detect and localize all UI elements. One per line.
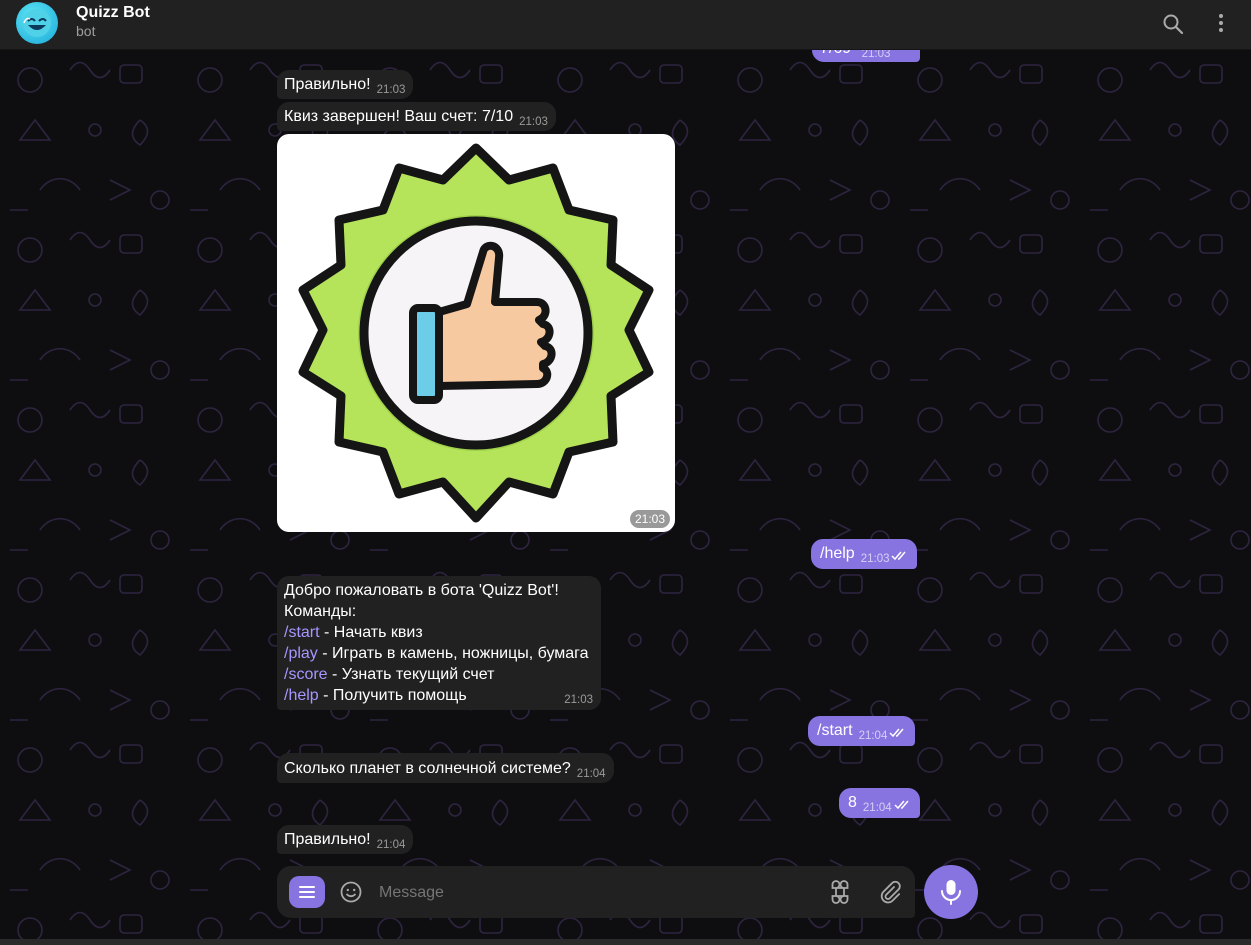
message-time: 21:03: [564, 694, 593, 706]
message-incoming[interactable]: Правильно! 21:04: [277, 825, 414, 854]
message-line: Добро пожаловать в бота 'Quizz Bot'!: [284, 582, 559, 599]
double-check-icon: [889, 728, 904, 737]
message-input[interactable]: [377, 866, 811, 920]
message-text: Сколько планет в солнечной системе?: [284, 760, 571, 777]
command-link[interactable]: /help: [284, 687, 319, 704]
command-description: - Получить помощь: [318, 687, 467, 704]
command-line: /score - Узнать текущий счет: [284, 664, 593, 685]
command-icon[interactable]: [827, 879, 853, 905]
command-description: - Начать квиз: [319, 624, 423, 641]
command-link[interactable]: /score: [284, 666, 328, 683]
message-incoming[interactable]: Правильно! 21:03: [277, 70, 414, 99]
microphone-icon: [941, 880, 961, 905]
message-composer: [277, 866, 915, 920]
message-time: 21:04: [858, 730, 888, 742]
message-text: Правильно!: [284, 831, 371, 848]
message-time: 21:04: [576, 768, 606, 780]
message-outgoing[interactable]: 8 21:04: [839, 788, 920, 818]
message-text: /help: [820, 545, 855, 562]
message-photo[interactable]: 21:03: [277, 134, 675, 532]
message-outgoing[interactable]: /help 21:03: [811, 539, 918, 569]
laughing-face-icon: [23, 9, 51, 37]
message-text: 8: [848, 794, 857, 811]
bottom-edge: [0, 939, 1251, 945]
message-time: 21:04: [862, 802, 892, 814]
message-text: Квиз завершен! Ваш счет: 7/10: [284, 108, 514, 125]
paperclip-icon[interactable]: [877, 879, 903, 905]
message-text: Правильно!: [284, 76, 371, 93]
message-outgoing[interactable]: /start 21:04: [808, 716, 916, 746]
emoji-icon[interactable]: [339, 880, 363, 904]
menu-icon: [299, 886, 315, 898]
chat-title[interactable]: Quizz Bot: [76, 4, 150, 22]
command-line: /help - Получить помощь: [284, 685, 593, 706]
message-time: 21:04: [376, 839, 406, 851]
command-link[interactable]: /start: [284, 624, 320, 641]
message-time: 21:03: [629, 510, 670, 528]
double-check-icon: [894, 800, 909, 809]
message-line: Команды:: [284, 603, 357, 620]
chat-header: Quizz Bot bot: [0, 0, 1251, 50]
message-incoming[interactable]: Квиз завершен! Ваш счет: 7/10 21:03: [277, 102, 556, 131]
double-check-icon: [891, 551, 907, 560]
command-line: /play - Играть в камень, ножницы, бумага: [284, 643, 593, 664]
bot-menu-button[interactable]: [289, 876, 325, 908]
message-time: 21:03: [519, 116, 548, 128]
chat-subtitle: bot: [76, 23, 96, 39]
record-voice-button[interactable]: [924, 865, 978, 919]
bot-avatar[interactable]: [16, 2, 58, 44]
message-time: 21:03: [860, 553, 890, 565]
command-line: /start - Начать квиз: [284, 622, 593, 643]
search-icon[interactable]: [1159, 10, 1187, 38]
message-incoming-help[interactable]: Добро пожаловать в бота 'Quizz Bot'! Ком…: [277, 576, 601, 710]
message-text: /start: [817, 722, 853, 739]
command-description: - Узнать текущий счет: [327, 666, 495, 683]
message-incoming[interactable]: Сколько планет в солнечной системе? 21:04: [277, 753, 614, 783]
more-vertical-icon[interactable]: [1207, 10, 1235, 38]
command-link[interactable]: /play: [284, 645, 318, 662]
thumbs-up-badge-image: [298, 143, 654, 523]
command-description: - Играть в камень, ножницы, бумага: [317, 645, 589, 662]
message-time: 21:03: [376, 84, 406, 96]
